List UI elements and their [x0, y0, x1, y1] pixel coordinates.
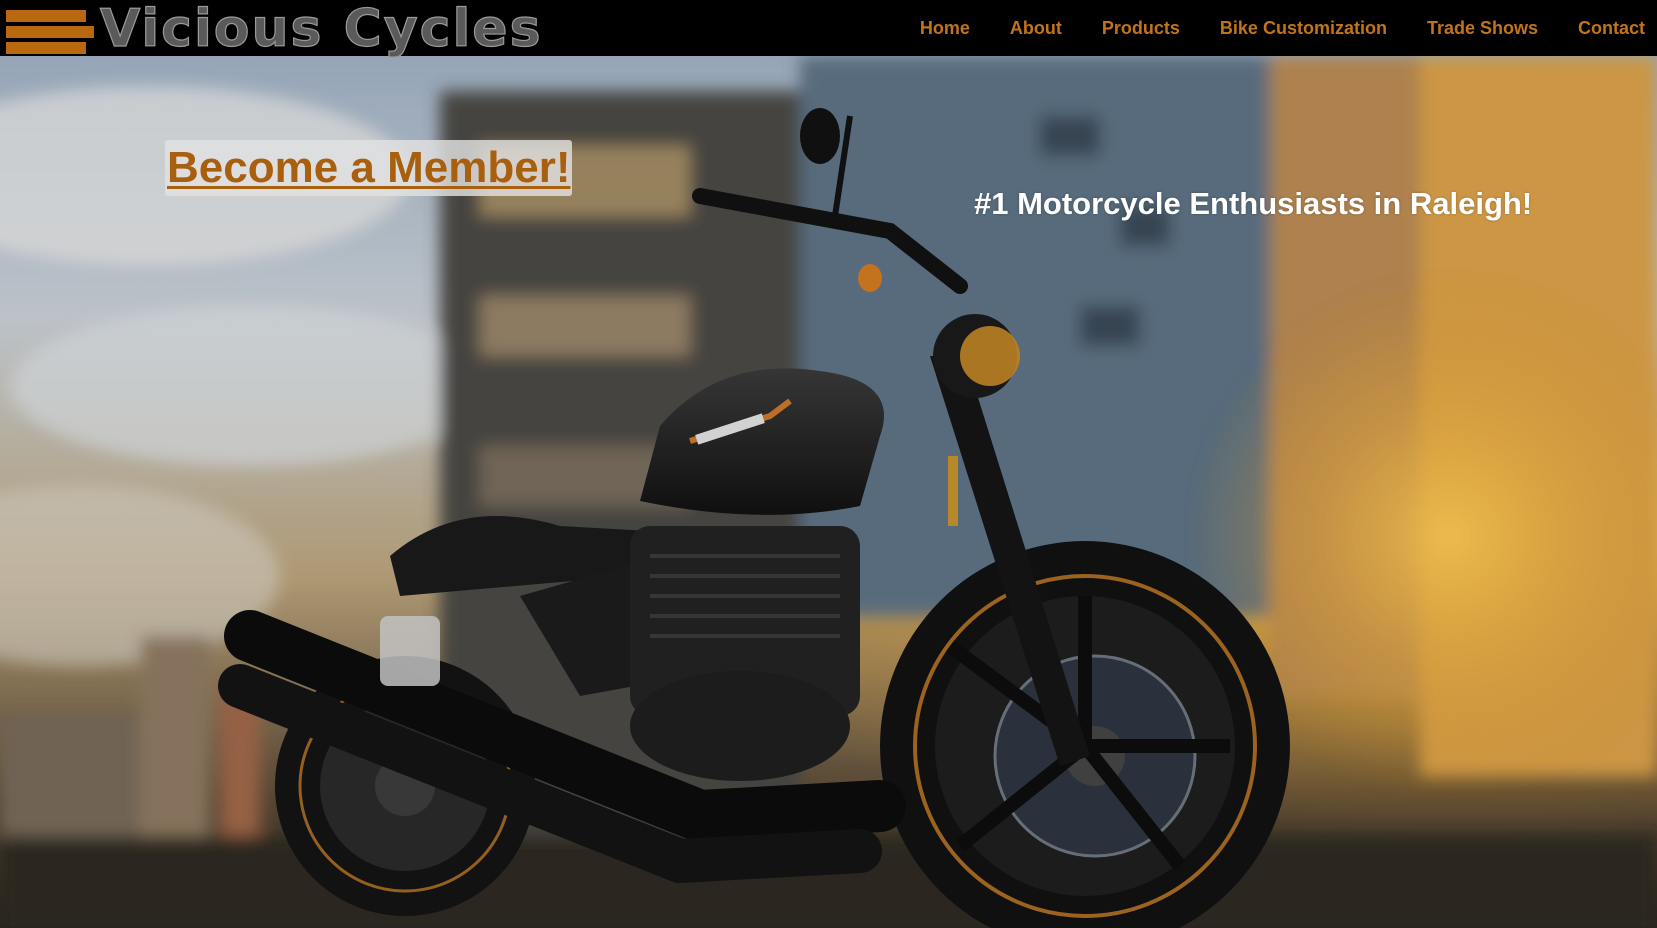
nav-bike-customization-link[interactable]: Bike Customization	[1220, 18, 1387, 39]
main-nav: Home About Products Bike Customization T…	[880, 0, 1657, 56]
top-navbar: Vicious Cycles Home About Products Bike …	[0, 0, 1657, 56]
site-logo-text: Vicious Cycles	[99, 0, 543, 59]
hero-banner: Become a Member! #1 Motorcycle Enthusias…	[0, 56, 1657, 928]
stripes-logo-icon	[6, 6, 98, 54]
site-logo[interactable]: Vicious Cycles	[6, 0, 543, 59]
page: Vicious Cycles Home About Products Bike …	[0, 0, 1657, 928]
nav-products-link[interactable]: Products	[1102, 18, 1180, 39]
nav-contact-link[interactable]: Contact	[1578, 18, 1645, 39]
nav-about-link[interactable]: About	[1010, 18, 1062, 39]
hero-tagline: #1 Motorcycle Enthusiasts in Raleigh!	[974, 186, 1533, 221]
become-member-box: Become a Member!	[165, 140, 573, 196]
nav-home-link[interactable]: Home	[920, 18, 970, 39]
nav-trade-shows-link[interactable]: Trade Shows	[1427, 18, 1538, 39]
become-member-link[interactable]: Become a Member!	[167, 143, 570, 193]
